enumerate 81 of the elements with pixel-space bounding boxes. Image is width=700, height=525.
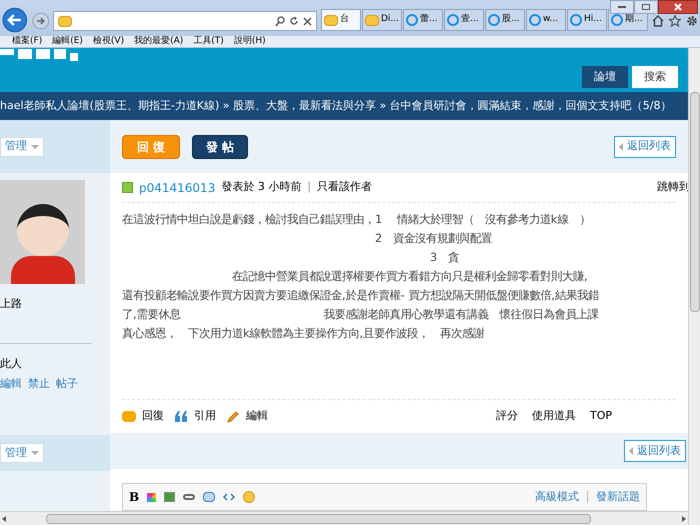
manage-dropdown[interactable]: 管理 <box>0 443 44 463</box>
caret-icon <box>629 447 633 456</box>
post-action[interactable]: 回復 <box>122 408 164 425</box>
browser-icon <box>529 14 541 26</box>
menu-item[interactable]: 工具(T) <box>193 37 224 46</box>
home-icon[interactable] <box>652 15 664 27</box>
post-text: 真心感恩， 下次用力道k線軟體為主要操作方向,且要作波段， 再次感謝 <box>122 326 484 342</box>
nav-tab[interactable]: 論壇 <box>582 66 628 88</box>
back-to-list-button[interactable]: 返回列表 <box>614 136 676 158</box>
browser-tab[interactable]: 股... <box>485 9 525 31</box>
editor-link[interactable]: 發新話題 <box>596 488 640 506</box>
new-post-button[interactable]: 發 帖 <box>192 134 248 158</box>
caret-icon <box>31 451 39 455</box>
speech-bubble-icon[interactable] <box>203 492 216 502</box>
browser-tab[interactable]: w... <box>526 9 566 31</box>
post-text: 了,需要休息 我要感謝老師真用心教學還有講義 懷往假日為會員上課 <box>122 307 599 323</box>
back-to-list-button[interactable]: 返回列表 <box>624 440 686 462</box>
post-text: 在這波行情中坦白說是虧錢，檢討我自己錯誤理由，1 情緒大於理智（ 沒有參考力道k線 ） <box>122 212 590 228</box>
stop-icon[interactable] <box>303 16 312 26</box>
image-icon[interactable] <box>164 492 176 502</box>
browser-tab[interactable]: 蕾... <box>403 9 443 31</box>
author-link[interactable]: p041416013 <box>139 178 216 196</box>
post-text: 還有投顧老輸說要作買方因賣方要追繳保證金,於是作賣權- 買方想說隔天開低盤便賺數倍,結果我錯 <box>122 288 599 304</box>
maximize-icon[interactable] <box>634 0 658 14</box>
refresh-icon[interactable] <box>289 16 299 26</box>
menu-item[interactable]: 編輯(E) <box>52 37 83 46</box>
pencil-icon <box>226 410 240 424</box>
post-action[interactable]: 編輯 <box>226 408 268 425</box>
browser-tab[interactable]: 台 <box>321 9 361 31</box>
post-tool[interactable]: TOP <box>590 408 612 425</box>
caret-icon <box>31 144 39 148</box>
browser-icon <box>406 14 418 26</box>
bold-button[interactable]: B <box>129 488 140 506</box>
quote-icon <box>174 411 188 422</box>
post-time: 發表於 3 小時前 <box>221 179 302 196</box>
forward-icon[interactable] <box>32 12 50 30</box>
site-icon <box>58 16 72 26</box>
browser-icon <box>447 14 459 26</box>
back-icon[interactable] <box>2 7 28 33</box>
user-action: 此人 <box>0 356 23 372</box>
vertical-scrollbar[interactable] <box>688 48 700 525</box>
close-icon[interactable] <box>658 0 698 14</box>
post-text: 2 資金沒有規劃與配置 <box>374 231 492 247</box>
admin-link[interactable]: 禁止 <box>28 376 50 392</box>
settings-icon[interactable] <box>686 15 698 27</box>
post-action[interactable]: 引用 <box>174 408 216 425</box>
editor-link[interactable]: 高級模式 <box>535 488 579 506</box>
color-icon[interactable] <box>147 492 156 502</box>
browser-tab[interactable]: Di... <box>362 9 402 31</box>
post-tool[interactable]: 使用道具 <box>532 408 576 425</box>
code-icon[interactable] <box>223 493 236 501</box>
admin-link[interactable]: 帖子 <box>56 376 78 392</box>
browser-tab[interactable]: 壹... <box>444 9 484 31</box>
speech-bubble-icon <box>122 411 136 422</box>
browser-icon <box>570 14 582 26</box>
author-filter-link[interactable]: 只看該作者 <box>317 179 372 196</box>
browser-icon <box>611 14 623 26</box>
caret-icon <box>619 142 623 150</box>
star-icon[interactable] <box>669 15 681 27</box>
manage-dropdown[interactable]: 管理 <box>0 136 44 156</box>
menu-item[interactable]: 檢視(V) <box>92 37 124 46</box>
minimize-icon[interactable] <box>610 0 634 14</box>
post-text: 在記憶中營業員都說選擇權要作買方看錯方向只是權利金歸零看對則大賺, <box>231 269 588 285</box>
separator: | <box>307 179 312 196</box>
nav-tab[interactable]: 搜索 <box>632 66 678 88</box>
online-icon <box>122 182 133 193</box>
post-tool[interactable]: 評分 <box>496 408 518 425</box>
forum-icon <box>324 14 338 26</box>
search-icon[interactable] <box>275 16 285 26</box>
horizontal-scrollbar[interactable] <box>0 511 688 525</box>
browser-tab[interactable]: Hi... <box>567 9 607 31</box>
menu-item[interactable]: 我的最愛(A) <box>134 37 184 46</box>
forum-icon <box>365 14 379 26</box>
link-icon[interactable] <box>183 494 196 500</box>
browser-icon <box>488 14 500 26</box>
post-text: 3 貪 <box>429 250 460 266</box>
menu-item[interactable]: 說明(H) <box>234 37 266 46</box>
admin-link[interactable]: 編輯 <box>0 376 22 392</box>
user-rank: 上路 <box>0 296 23 312</box>
menu-item[interactable]: 檔案(F) <box>12 37 42 46</box>
breadcrumb: hael老師私人論壇(股票王、期指王-力道K線) » 股票、大盤，最新看法與分享 » 台中會員研討會，圓滿結束，感謝，回個文支持吧（5/8） <box>0 98 672 114</box>
